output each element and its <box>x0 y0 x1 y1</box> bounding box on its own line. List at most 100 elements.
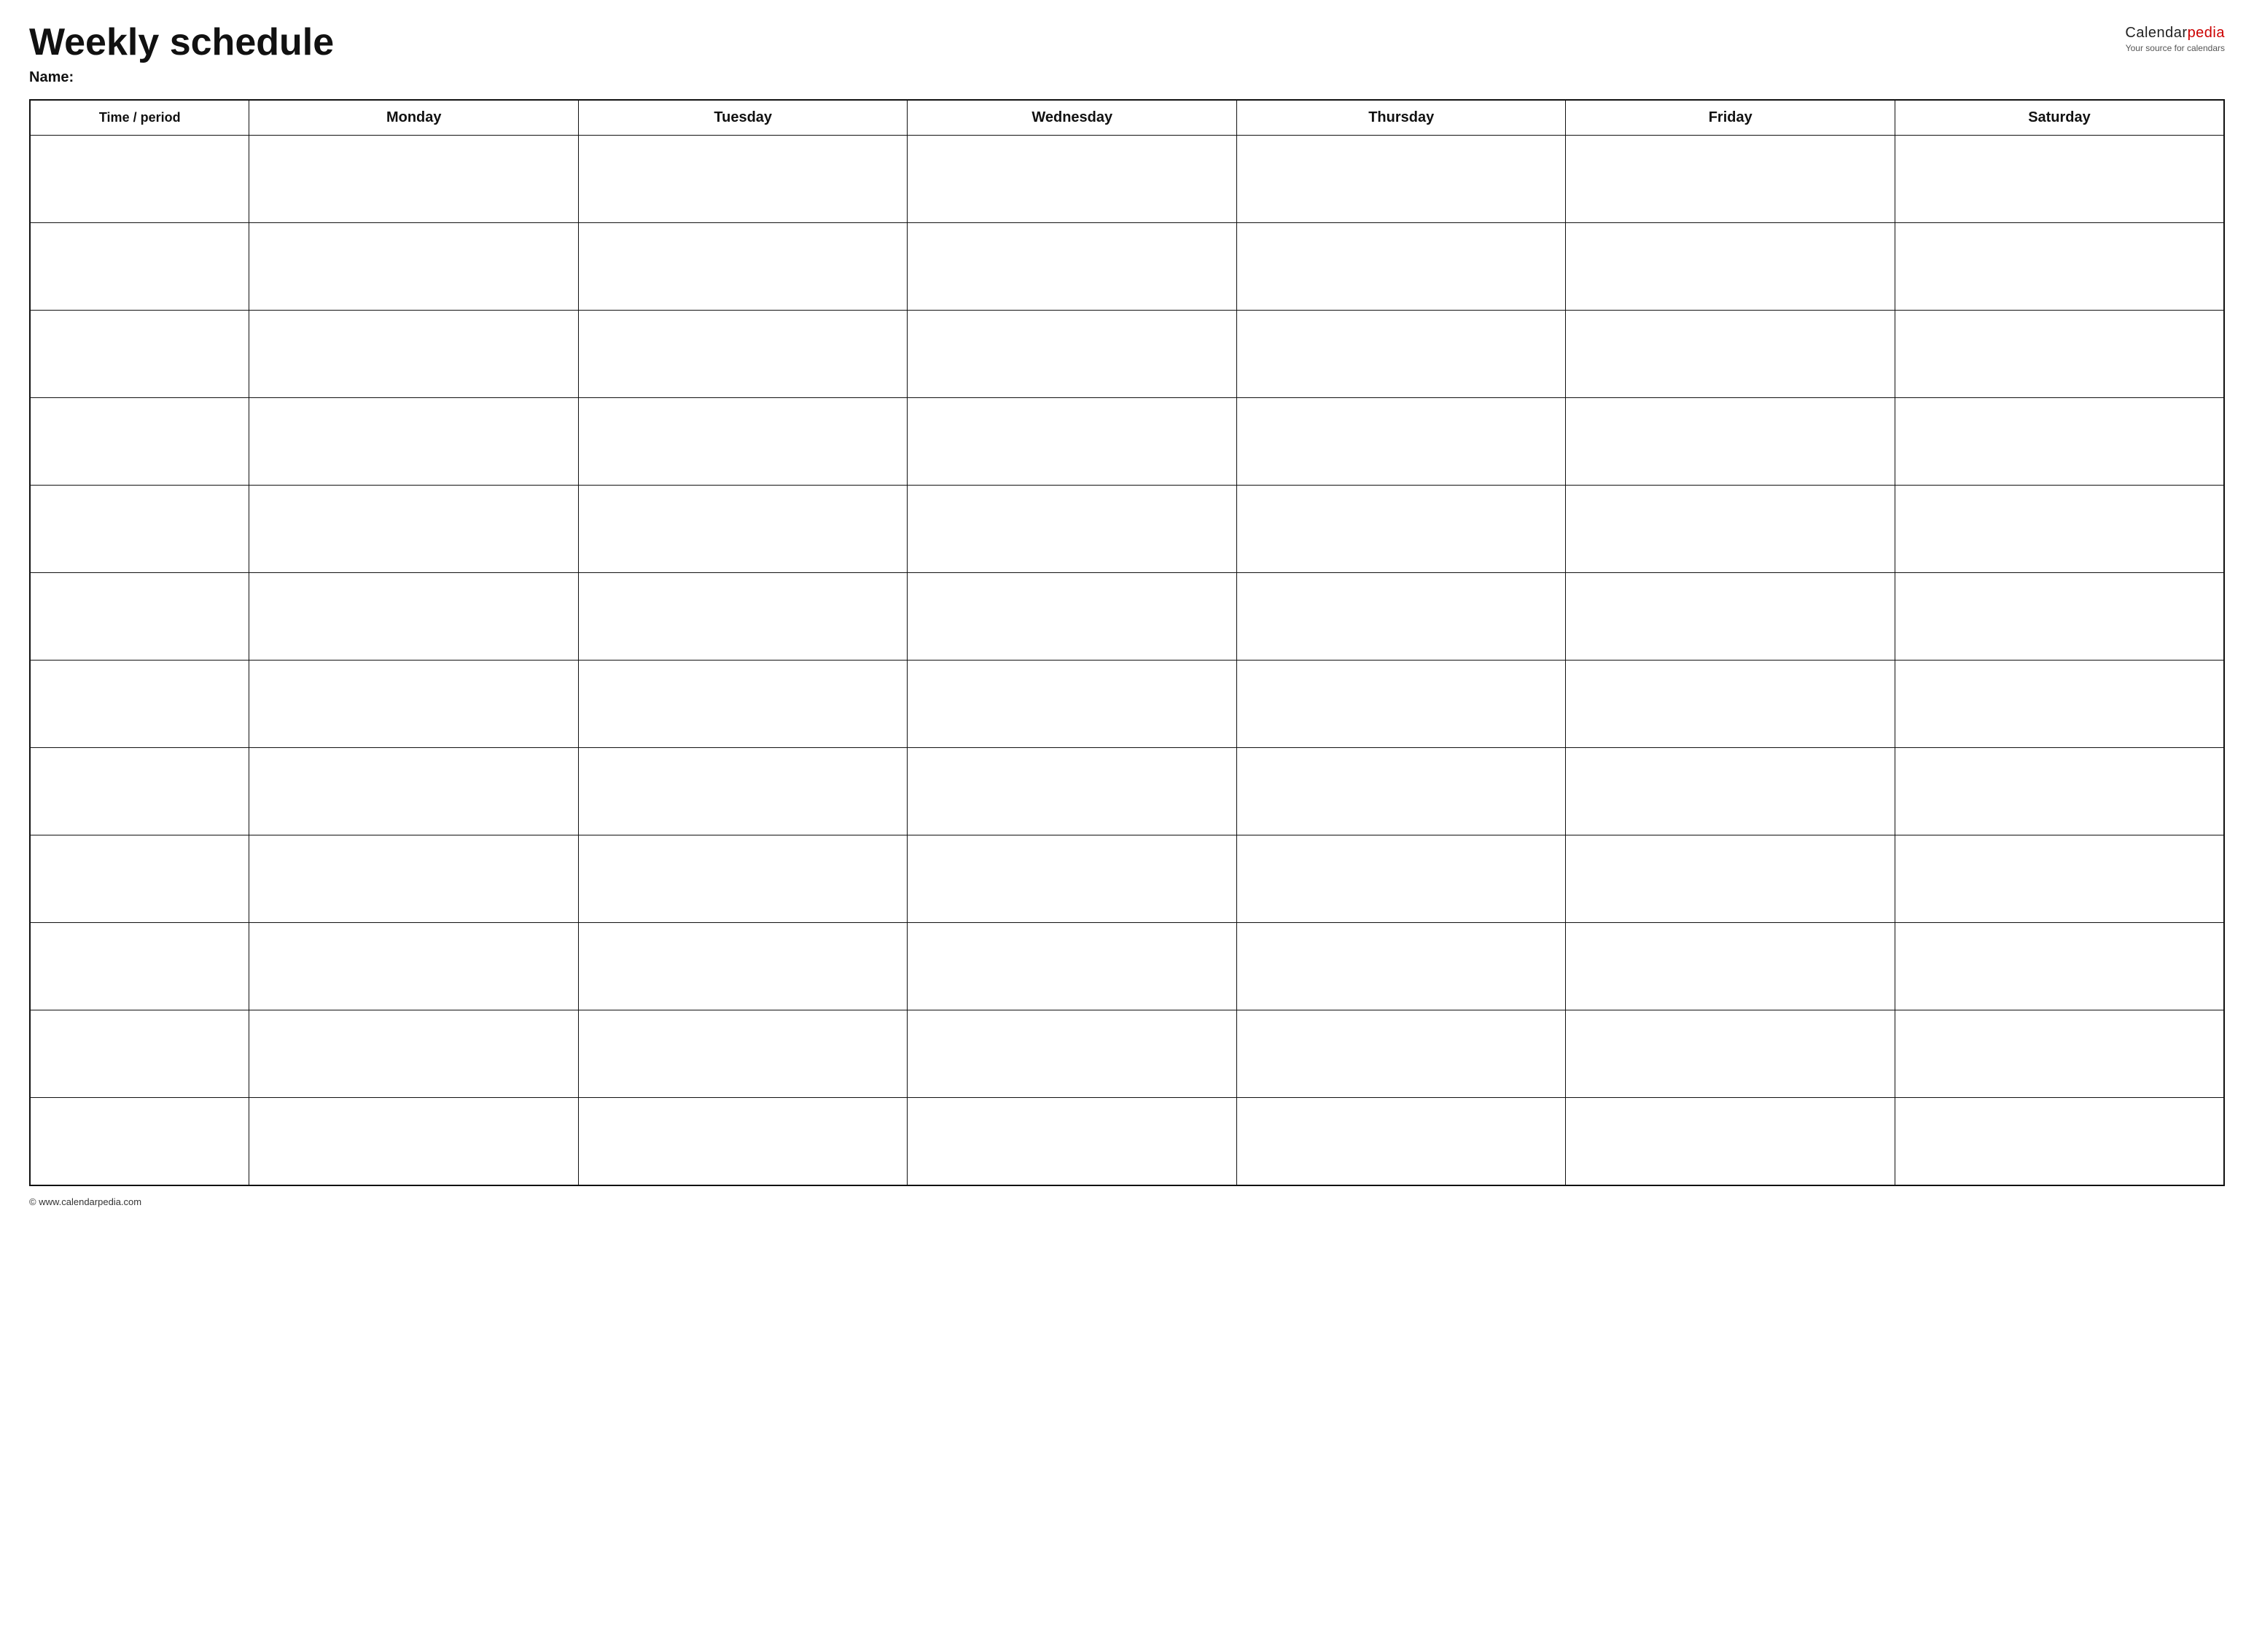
day-cell[interactable] <box>249 573 579 661</box>
day-cell[interactable] <box>1566 1010 1895 1098</box>
col-header-time: Time / period <box>30 100 249 136</box>
day-cell[interactable] <box>1895 486 2224 573</box>
day-cell[interactable] <box>578 835 908 923</box>
day-cell[interactable] <box>1236 573 1566 661</box>
day-cell[interactable] <box>578 311 908 398</box>
day-cell[interactable] <box>249 136 579 223</box>
day-cell[interactable] <box>578 748 908 835</box>
day-cell[interactable] <box>908 136 1237 223</box>
day-cell[interactable] <box>1566 223 1895 311</box>
footer: © www.calendarpedia.com <box>29 1196 2225 1207</box>
day-cell[interactable] <box>1566 835 1895 923</box>
day-cell[interactable] <box>1236 223 1566 311</box>
col-header-friday: Friday <box>1566 100 1895 136</box>
day-cell[interactable] <box>578 1010 908 1098</box>
table-header-row: Time / period Monday Tuesday Wednesday T… <box>30 100 2224 136</box>
day-cell[interactable] <box>1566 748 1895 835</box>
day-cell[interactable] <box>249 1010 579 1098</box>
day-cell[interactable] <box>1566 1098 1895 1185</box>
day-cell[interactable] <box>1566 398 1895 486</box>
day-cell[interactable] <box>908 661 1237 748</box>
col-header-wednesday: Wednesday <box>908 100 1237 136</box>
day-cell[interactable] <box>1895 1098 2224 1185</box>
day-cell[interactable] <box>1236 661 1566 748</box>
time-cell[interactable] <box>30 748 249 835</box>
day-cell[interactable] <box>249 748 579 835</box>
day-cell[interactable] <box>578 573 908 661</box>
day-cell[interactable] <box>908 1098 1237 1185</box>
day-cell[interactable] <box>1895 311 2224 398</box>
day-cell[interactable] <box>908 398 1237 486</box>
day-cell[interactable] <box>249 311 579 398</box>
day-cell[interactable] <box>1236 1098 1566 1185</box>
time-cell[interactable] <box>30 573 249 661</box>
day-cell[interactable] <box>249 1098 579 1185</box>
day-cell[interactable] <box>1895 748 2224 835</box>
day-cell[interactable] <box>1236 748 1566 835</box>
day-cell[interactable] <box>249 486 579 573</box>
time-cell[interactable] <box>30 1098 249 1185</box>
day-cell[interactable] <box>1236 311 1566 398</box>
day-cell[interactable] <box>578 136 908 223</box>
time-cell[interactable] <box>30 661 249 748</box>
day-cell[interactable] <box>578 398 908 486</box>
day-cell[interactable] <box>249 398 579 486</box>
table-row <box>30 748 2224 835</box>
day-cell[interactable] <box>1236 923 1566 1010</box>
time-cell[interactable] <box>30 486 249 573</box>
day-cell[interactable] <box>1895 835 2224 923</box>
day-cell[interactable] <box>1566 311 1895 398</box>
time-cell[interactable] <box>30 136 249 223</box>
day-cell[interactable] <box>908 486 1237 573</box>
table-row <box>30 1098 2224 1185</box>
day-cell[interactable] <box>908 311 1237 398</box>
table-row <box>30 136 2224 223</box>
time-cell[interactable] <box>30 223 249 311</box>
col-header-tuesday: Tuesday <box>578 100 908 136</box>
day-cell[interactable] <box>249 835 579 923</box>
day-cell[interactable] <box>1236 398 1566 486</box>
footer-text: © www.calendarpedia.com <box>29 1196 141 1207</box>
day-cell[interactable] <box>908 835 1237 923</box>
day-cell[interactable] <box>1895 1010 2224 1098</box>
time-cell[interactable] <box>30 311 249 398</box>
day-cell[interactable] <box>1236 835 1566 923</box>
day-cell[interactable] <box>1566 923 1895 1010</box>
day-cell[interactable] <box>578 223 908 311</box>
logo-tagline: Your source for calendars <box>2125 43 2225 53</box>
time-cell[interactable] <box>30 398 249 486</box>
table-row <box>30 835 2224 923</box>
day-cell[interactable] <box>908 748 1237 835</box>
time-cell[interactable] <box>30 923 249 1010</box>
day-cell[interactable] <box>1236 1010 1566 1098</box>
day-cell[interactable] <box>908 1010 1237 1098</box>
day-cell[interactable] <box>1566 486 1895 573</box>
col-header-thursday: Thursday <box>1236 100 1566 136</box>
day-cell[interactable] <box>249 661 579 748</box>
day-cell[interactable] <box>249 923 579 1010</box>
day-cell[interactable] <box>1236 136 1566 223</box>
day-cell[interactable] <box>1566 661 1895 748</box>
time-cell[interactable] <box>30 1010 249 1098</box>
table-row <box>30 398 2224 486</box>
page-header: Weekly schedule Calendarpedia Your sourc… <box>29 22 2225 63</box>
day-cell[interactable] <box>578 923 908 1010</box>
day-cell[interactable] <box>908 223 1237 311</box>
day-cell[interactable] <box>908 923 1237 1010</box>
day-cell[interactable] <box>578 661 908 748</box>
day-cell[interactable] <box>1236 486 1566 573</box>
day-cell[interactable] <box>578 1098 908 1185</box>
day-cell[interactable] <box>1895 661 2224 748</box>
day-cell[interactable] <box>1895 923 2224 1010</box>
time-cell[interactable] <box>30 835 249 923</box>
day-cell[interactable] <box>1566 136 1895 223</box>
day-cell[interactable] <box>1895 398 2224 486</box>
day-cell[interactable] <box>249 223 579 311</box>
day-cell[interactable] <box>908 573 1237 661</box>
day-cell[interactable] <box>1895 223 2224 311</box>
day-cell[interactable] <box>1895 573 2224 661</box>
day-cell[interactable] <box>578 486 908 573</box>
name-label: Name: <box>29 69 2225 86</box>
day-cell[interactable] <box>1895 136 2224 223</box>
day-cell[interactable] <box>1566 573 1895 661</box>
